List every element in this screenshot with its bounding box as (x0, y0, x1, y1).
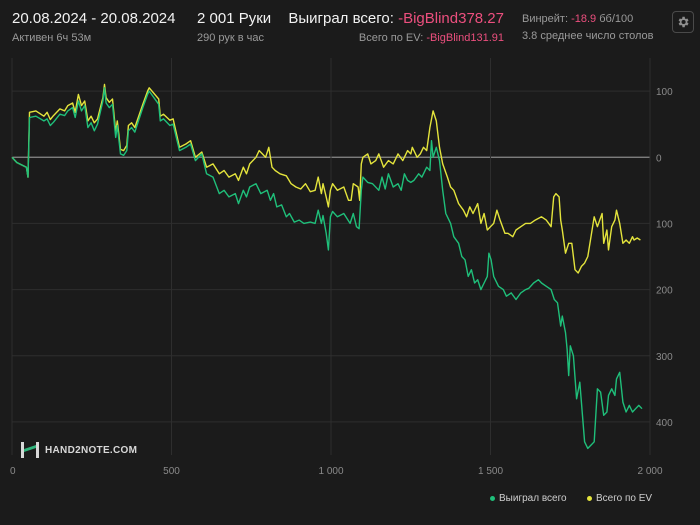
settings-button[interactable] (672, 11, 694, 33)
y-tick-label: 200 (656, 286, 673, 297)
legend-label-won: Выиграл всего (499, 493, 567, 504)
summary-header: 20.08.2024 - 20.08.2024 Активен 6ч 53м 2… (0, 0, 700, 50)
winrate-label: Винрейт: (522, 13, 569, 25)
legend-swatch-won (490, 496, 495, 501)
ev-value: -BigBlind131.91 (426, 32, 504, 44)
avg-tables: 3.8 среднее число столов (522, 30, 654, 42)
h2n-logo-icon (21, 442, 39, 458)
winrate-block: Винрейт: -18.9 бб/100 3.8 среднее число … (522, 13, 654, 42)
y-tick-label: 100 (656, 87, 673, 98)
x-tick-label: 0 (10, 466, 16, 477)
y-tick-label: 300 (656, 352, 673, 363)
series-line-ev (11, 83, 641, 274)
x-tick-label: 1 500 (478, 466, 503, 477)
x-tick-label: 500 (163, 466, 180, 477)
logo-text: HAND2NOTE.COM (45, 444, 138, 456)
results-block: Выиграл всего: -BigBlind378.27 Всего по … (288, 10, 504, 44)
y-tick-label: 0 (656, 153, 662, 164)
ev-label: Всего по EV: (358, 32, 424, 44)
x-tick-label: 1 000 (318, 466, 343, 477)
hands-count: 2 001 Руки (197, 10, 272, 27)
legend-item-won[interactable]: Выиграл всего (490, 493, 567, 504)
hands-block: 2 001 Руки 290 рук в час (197, 10, 271, 44)
date-block: 20.08.2024 - 20.08.2024 Активен 6ч 53м (12, 10, 175, 44)
active-duration: Активен 6ч 53м (12, 32, 92, 44)
winrate-unit: бб/100 (599, 13, 634, 25)
legend-item-ev[interactable]: Всего по EV (587, 493, 652, 504)
y-tick-label: 100 (656, 219, 673, 230)
hands-per-hour: 290 рук в час (197, 32, 265, 44)
legend-swatch-ev (587, 496, 592, 501)
date-range: 20.08.2024 - 20.08.2024 (12, 10, 176, 27)
hand2note-logo: HAND2NOTE.COM (20, 441, 137, 459)
x-tick-label: 2 000 (637, 466, 662, 477)
legend-label-ev: Всего по EV (596, 493, 653, 504)
gear-icon (678, 16, 689, 28)
won-value: -BigBlind378.27 (398, 10, 504, 27)
y-tick-label: 400 (656, 418, 673, 429)
won-label: Выиграл всего: (288, 10, 394, 27)
series-line-won (11, 87, 643, 450)
winrate-value: -18.9 (571, 13, 597, 25)
